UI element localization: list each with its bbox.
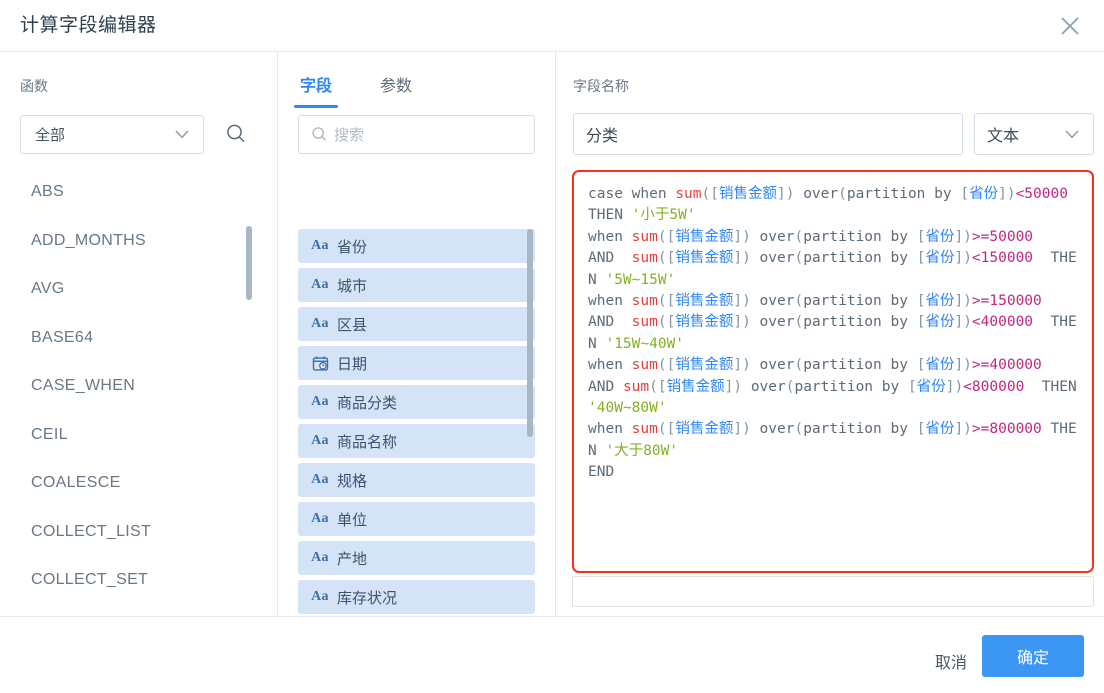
confirm-button[interactable]: 确定 [982,635,1084,677]
text-type-icon-label: Aa [311,433,329,448]
field-list-item-label: 单位 [337,511,368,529]
functions-label: 函数 [20,78,48,94]
function-list-item[interactable]: ADD_MONTHS [0,217,277,266]
dialog-title: 计算字段编辑器 [20,15,157,36]
text-type-icon-label: Aa [311,277,329,292]
text-type-icon: Aa [305,238,335,254]
text-type-icon-label: Aa [311,589,329,604]
tab-fields[interactable]: 字段 [293,64,339,108]
search-icon [310,126,328,144]
field-list-item[interactable]: Aa 区县 [298,307,535,341]
field-list-item-label: 日期 [337,355,368,373]
field-list-item-label: 规格 [337,472,368,490]
chevron-down-icon [171,130,193,139]
function-list-item[interactable]: CASE_WHEN [0,362,277,411]
field-list-item[interactable]: Aa 库存状况 [298,580,535,614]
text-type-icon: Aa [305,394,335,410]
function-list-item[interactable]: AVG [0,265,277,314]
function-list-item[interactable]: CEIL [0,411,277,460]
calculated-field-editor-dialog: 计算字段编辑器 函数 全部 ABS ADD_MONTHS AVG BASE64 … [0,0,1104,693]
function-list-item[interactable]: COLLECT_SET [0,556,277,605]
field-type-select[interactable]: 文本 [974,113,1094,155]
function-list-item[interactable]: BASE64 [0,314,277,363]
text-type-icon-label: Aa [311,550,329,565]
field-list[interactable]: Aa 省份 Aa 城市 Aa 区县 日期 Aa 商品分类 Aa 商品名称 Aa 规格 Aa 单位 Aa 产地 Aa… [298,229,535,657]
text-type-icon: Aa [305,472,335,488]
dialog-footer: 取消 确定 [0,616,1104,693]
close-icon[interactable] [1051,7,1089,45]
field-list-item[interactable]: Aa 商品分类 [298,385,535,419]
expression-code[interactable]: case when sum([销售金额]) over(partition by … [574,172,1092,492]
text-type-icon: Aa [305,589,335,605]
expression-panel: 字段名称 文本 case when sum([销售金额]) over(parti… [556,52,1104,617]
function-list[interactable]: ABS ADD_MONTHS AVG BASE64 CASE_WHEN CEIL COALE… [0,168,277,617]
text-type-icon: Aa [305,511,335,527]
fields-tabs: 字段 参数 [293,64,458,108]
validation-message-box [572,576,1094,607]
field-type-value: 文本 [987,128,1020,145]
field-list-item-label: 省份 [337,238,368,256]
field-list-item-label: 区县 [337,316,368,334]
text-type-icon-label: Aa [311,511,329,526]
field-list-scrollbar[interactable] [527,229,533,437]
field-list-item[interactable]: Aa 产地 [298,541,535,575]
field-list-item[interactable]: Aa 城市 [298,268,535,302]
field-list-item[interactable]: 日期 [298,346,535,380]
dialog-header: 计算字段编辑器 [0,0,1104,51]
function-list-item[interactable]: COALESCE [0,459,277,508]
function-category-value: 全部 [35,127,66,144]
function-list-item[interactable]: COLLECT_LIST [0,508,277,557]
tab-parameters[interactable]: 参数 [378,64,414,106]
calendar-icon [305,355,335,372]
text-type-icon: Aa [305,550,335,566]
function-list-scrollbar[interactable] [246,226,252,300]
functions-panel: 函数 全部 ABS ADD_MONTHS AVG BASE64 CASE_WHEN CEI… [0,52,277,617]
text-type-icon: Aa [305,316,335,332]
function-list-item[interactable]: ABS [0,168,277,217]
field-search-box[interactable]: 搜索 [298,115,535,154]
text-type-icon-label: Aa [311,472,329,487]
field-name-input[interactable] [573,113,963,155]
field-search-placeholder: 搜索 [334,127,365,144]
text-type-icon-label: Aa [311,238,329,253]
field-list-item[interactable]: Aa 单位 [298,502,535,536]
chevron-down-icon [1061,130,1083,139]
field-list-item-label: 产地 [337,550,368,568]
field-list-item[interactable]: Aa 规格 [298,463,535,497]
field-list-item[interactable]: Aa 商品名称 [298,424,535,458]
field-list-item-label: 商品分类 [337,394,398,412]
field-name-label: 字段名称 [573,78,629,94]
field-list-item-label: 城市 [337,277,368,295]
cancel-button[interactable]: 取消 [925,641,977,681]
text-type-icon: Aa [305,277,335,293]
expression-editor[interactable]: case when sum([销售金额]) over(partition by … [572,170,1094,573]
field-list-item[interactable]: Aa 省份 [298,229,535,263]
field-list-item-label: 库存状况 [337,589,398,607]
field-list-item-label: 商品名称 [337,433,398,451]
function-search-icon[interactable] [224,122,248,146]
dialog-body: 函数 全部 ABS ADD_MONTHS AVG BASE64 CASE_WHEN CEI… [0,51,1104,653]
fields-panel: 字段 参数 搜索 Aa 省份 Aa 城市 Aa 区县 日期 Aa 商品分类 Aa 商品名称 Aa 规格 A… [278,52,555,653]
text-type-icon-label: Aa [311,394,329,409]
function-category-select[interactable]: 全部 [20,115,204,154]
text-type-icon-label: Aa [311,316,329,331]
text-type-icon: Aa [305,433,335,449]
